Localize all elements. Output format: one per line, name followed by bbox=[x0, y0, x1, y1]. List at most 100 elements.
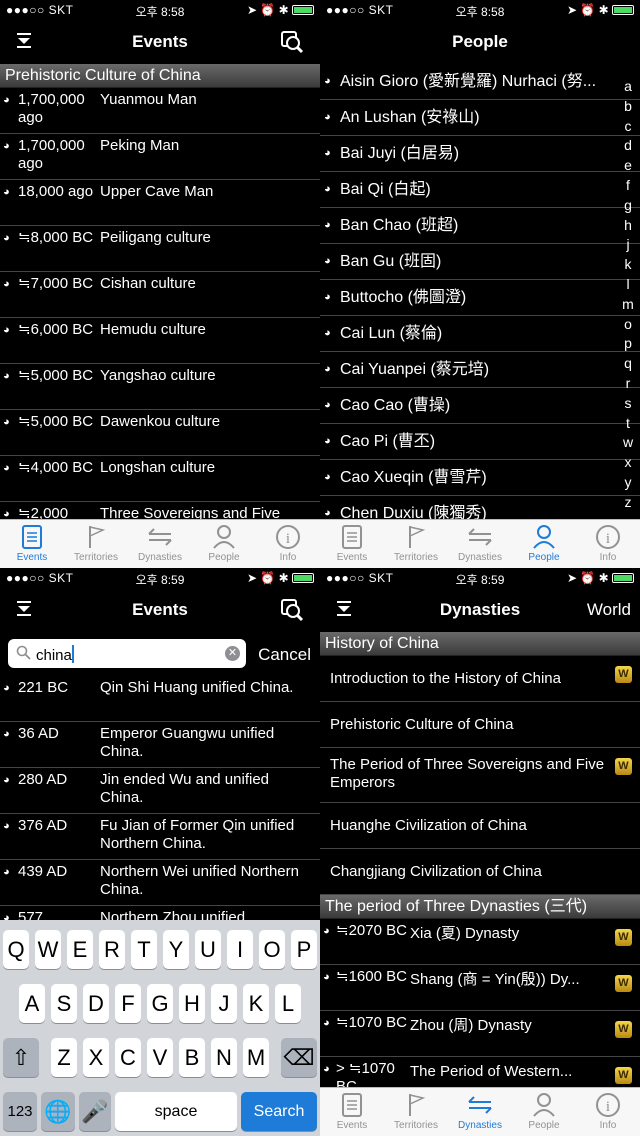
wiki-icon[interactable]: W bbox=[615, 929, 632, 946]
list-item[interactable]: ◕ Ban Chao (班超) bbox=[320, 208, 640, 244]
microphone-icon[interactable]: 🎤 bbox=[79, 1092, 111, 1131]
key-n[interactable]: N bbox=[211, 1038, 237, 1077]
search-icon[interactable] bbox=[280, 598, 304, 627]
table-row[interactable]: ◕ ≒1070 BC Zhou (周) Dynasty W bbox=[320, 1011, 640, 1057]
key-m[interactable]: M bbox=[243, 1038, 269, 1077]
table-row[interactable]: ◕ ≒7,000 BC Cishan culture bbox=[0, 272, 320, 318]
list-item[interactable]: ◕ Ban Gu (班固) bbox=[320, 244, 640, 280]
world-button[interactable]: World bbox=[587, 600, 631, 620]
tab-events[interactable]: Events bbox=[320, 520, 384, 568]
table-row[interactable]: ◕ 577 Northern Zhou unified bbox=[0, 906, 320, 920]
shift-key[interactable]: ⇧ bbox=[3, 1038, 39, 1077]
table-row[interactable]: ◕ 1,700,000 ago Yuanmou Man bbox=[0, 88, 320, 134]
index-letter[interactable]: b bbox=[618, 97, 638, 117]
list-item[interactable]: Changjiang Civilization of China bbox=[320, 849, 640, 895]
list-item[interactable]: ◕ Cao Cao (曹操) bbox=[320, 388, 640, 424]
list-item[interactable]: ◕ Bai Qi (白起) bbox=[320, 172, 640, 208]
tab-info[interactable]: i Info bbox=[576, 1088, 640, 1136]
key-y[interactable]: Y bbox=[163, 930, 189, 969]
key-c[interactable]: C bbox=[115, 1038, 141, 1077]
list-item[interactable]: ◕ Cai Yuanpei (蔡元培) bbox=[320, 352, 640, 388]
key-t[interactable]: T bbox=[131, 930, 157, 969]
index-letter[interactable]: h bbox=[618, 216, 638, 236]
tab-events[interactable]: Events bbox=[0, 520, 64, 568]
tab-dynasties[interactable]: Dynasties bbox=[128, 520, 192, 568]
wiki-icon[interactable]: W bbox=[615, 1021, 632, 1038]
table-row[interactable]: ◕ ≒4,000 BC Longshan culture bbox=[0, 456, 320, 502]
index-letter[interactable]: c bbox=[618, 117, 638, 137]
tab-info[interactable]: i Info bbox=[256, 520, 320, 568]
table-row[interactable]: ◕ 280 AD Jin ended Wu and unified China. bbox=[0, 768, 320, 814]
wiki-icon[interactable]: W bbox=[615, 975, 632, 992]
index-letter[interactable]: m bbox=[618, 295, 638, 315]
wiki-icon[interactable]: W bbox=[615, 758, 632, 775]
key-e[interactable]: E bbox=[67, 930, 93, 969]
list-item[interactable]: The Period of Three Sovereigns and Five … bbox=[320, 748, 640, 803]
key-k[interactable]: K bbox=[243, 984, 269, 1023]
key-u[interactable]: U bbox=[195, 930, 221, 969]
tab-territories[interactable]: Territories bbox=[64, 520, 128, 568]
table-row[interactable]: ◕ ≒2,000 Three Sovereigns and Five bbox=[0, 502, 320, 519]
key-g[interactable]: G bbox=[147, 984, 173, 1023]
index-letter[interactable]: o bbox=[618, 315, 638, 335]
tab-people[interactable]: People bbox=[512, 520, 576, 568]
key-r[interactable]: R bbox=[99, 930, 125, 969]
tab-dynasties[interactable]: Dynasties bbox=[448, 520, 512, 568]
list-item[interactable]: ◕ Bai Juyi (白居易) bbox=[320, 136, 640, 172]
clear-icon[interactable]: ✕ bbox=[225, 646, 240, 661]
tab-territories[interactable]: Territories bbox=[384, 520, 448, 568]
table-row[interactable]: ◕ 376 AD Fu Jian of Former Qin unified Nor… bbox=[0, 814, 320, 860]
list-item[interactable]: Huanghe Civilization of China bbox=[320, 803, 640, 849]
list-item[interactable]: ◕ Cao Pi (曹丕) bbox=[320, 424, 640, 460]
index-letter[interactable]: r bbox=[618, 374, 638, 394]
key-w[interactable]: W bbox=[35, 930, 61, 969]
key-p[interactable]: P bbox=[291, 930, 317, 969]
key-o[interactable]: O bbox=[259, 930, 285, 969]
table-row[interactable]: ◕ > ≒1070 BC The Period of Western... W bbox=[320, 1057, 640, 1087]
index-letter[interactable]: l bbox=[618, 275, 638, 295]
key-j[interactable]: J bbox=[211, 984, 237, 1023]
table-row[interactable]: ◕ ≒6,000 BC Hemudu culture bbox=[0, 318, 320, 364]
backspace-key[interactable]: ⌫ bbox=[281, 1038, 317, 1077]
key-z[interactable]: Z bbox=[51, 1038, 77, 1077]
tab-people[interactable]: People bbox=[192, 520, 256, 568]
index-letter[interactable]: s bbox=[618, 394, 638, 414]
tab-info[interactable]: i Info bbox=[576, 520, 640, 568]
key-s[interactable]: S bbox=[51, 984, 77, 1023]
globe-icon[interactable]: 🌐 bbox=[41, 1092, 75, 1131]
index-letter[interactable]: d bbox=[618, 136, 638, 156]
table-row[interactable]: ◕ ≒5,000 BC Dawenkou culture bbox=[0, 410, 320, 456]
key-f[interactable]: F bbox=[115, 984, 141, 1023]
list-item[interactable]: Introduction to the History of China W bbox=[320, 656, 640, 702]
table-row[interactable]: ◕ ≒8,000 BC Peiligang culture bbox=[0, 226, 320, 272]
key-d[interactable]: D bbox=[83, 984, 109, 1023]
tab-territories[interactable]: Territories bbox=[384, 1088, 448, 1136]
tab-events[interactable]: Events bbox=[320, 1088, 384, 1136]
list-item[interactable]: ◕ Chen Duxiu (陳獨秀) bbox=[320, 496, 640, 519]
index-letter[interactable]: x bbox=[618, 453, 638, 473]
search-button[interactable]: Search bbox=[241, 1092, 317, 1131]
index-letter[interactable]: e bbox=[618, 156, 638, 176]
key-l[interactable]: L bbox=[275, 984, 301, 1023]
space-key[interactable]: space bbox=[115, 1092, 237, 1131]
key-x[interactable]: X bbox=[83, 1038, 109, 1077]
key-q[interactable]: Q bbox=[3, 930, 29, 969]
index-letter[interactable]: w bbox=[618, 433, 638, 453]
index-letter[interactable]: j bbox=[618, 235, 638, 255]
alphabet-index[interactable]: abcdefghjklmopqrstwxyz bbox=[618, 77, 638, 513]
index-letter[interactable]: a bbox=[618, 77, 638, 97]
key-a[interactable]: A bbox=[19, 984, 45, 1023]
table-row[interactable]: ◕ 1,700,000 ago Peking Man bbox=[0, 134, 320, 180]
wiki-icon[interactable]: W bbox=[615, 1067, 632, 1084]
table-row[interactable]: ◕ 221 BC Qin Shi Huang unified China. bbox=[0, 676, 320, 722]
table-row[interactable]: ◕ 36 AD Emperor Guangwu unified China. bbox=[0, 722, 320, 768]
index-letter[interactable]: q bbox=[618, 354, 638, 374]
cancel-button[interactable]: Cancel bbox=[258, 645, 311, 665]
list-item[interactable]: ◕ Cai Lun (蔡倫) bbox=[320, 316, 640, 352]
list-item[interactable]: ◕ Buttocho (佛圖澄) bbox=[320, 280, 640, 316]
table-row[interactable]: ◕ 439 AD Northern Wei unified Northern Chi… bbox=[0, 860, 320, 906]
index-letter[interactable]: z bbox=[618, 493, 638, 513]
numbers-key[interactable]: 123 bbox=[3, 1092, 37, 1131]
table-row[interactable]: ◕ ≒5,000 BC Yangshao culture bbox=[0, 364, 320, 410]
list-item[interactable]: ◕ An Lushan (安祿山) bbox=[320, 100, 640, 136]
